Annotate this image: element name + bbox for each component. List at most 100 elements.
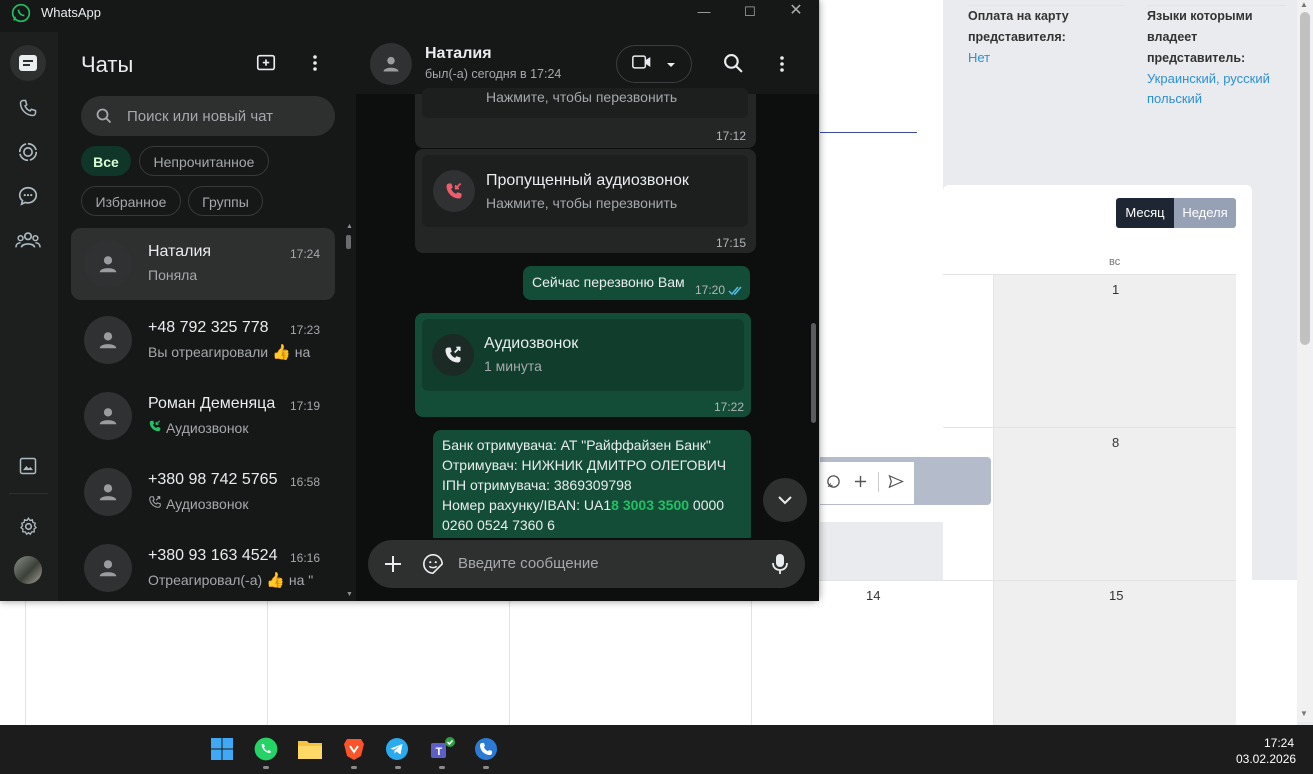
chat-bubble-icon[interactable] xyxy=(826,474,841,494)
last-message-text: Поняла xyxy=(148,267,198,283)
last-message-text: Отреагировал(-а) xyxy=(148,572,263,588)
chats-icon[interactable] xyxy=(10,45,46,81)
video-call-button[interactable] xyxy=(616,45,692,83)
month-view-button[interactable]: Месяц xyxy=(1116,198,1174,228)
send-icon[interactable] xyxy=(888,474,905,494)
scroll-up-arrow-icon[interactable]: ▲ xyxy=(1300,0,1308,9)
message-bubble-outgoing[interactable]: Аудиозвонок 1 минута 17:22 xyxy=(415,313,751,417)
thumbs-up-icon: 👍 xyxy=(272,344,291,361)
message-bubble-outgoing[interactable]: Сейчас перезвоню Вам 17:20 xyxy=(523,266,750,300)
payment-label: Оплата на карту представителя: xyxy=(968,9,1069,44)
chat-name: Наталия xyxy=(148,243,212,260)
search-icon[interactable] xyxy=(723,53,744,79)
week-view-button[interactable]: Неделя xyxy=(1174,198,1236,228)
conversation-header xyxy=(356,32,819,94)
call-title: Пропущенный аудиозвонок xyxy=(486,172,689,189)
contact-avatar[interactable] xyxy=(370,43,412,85)
filter-favorites[interactable]: Избранное xyxy=(81,186,181,216)
communities-icon[interactable] xyxy=(10,222,46,258)
attach-plus-icon[interactable] xyxy=(384,555,402,578)
chat-item[interactable]: +380 93 163 4524 16:16 Отреагировал(-а) … xyxy=(71,532,335,604)
channels-icon[interactable] xyxy=(10,178,46,214)
message-line: Отримувач: НИЖНИК ДМИТРО ОЛЕГОВИЧ xyxy=(442,457,727,473)
avatar xyxy=(84,544,132,592)
chat-name: +48 792 325 778 xyxy=(148,319,269,336)
sticker-icon[interactable] xyxy=(422,553,444,580)
calendar-cell-weekend[interactable] xyxy=(994,275,1236,427)
message-bubble-incoming[interactable]: Нажмите, чтобы перезвонить 17:12 xyxy=(415,88,756,148)
chatlist-scroll-down-icon[interactable]: ▼ xyxy=(346,591,353,598)
avatar xyxy=(84,316,132,364)
chevron-down-icon xyxy=(666,55,676,73)
file-explorer-icon[interactable] xyxy=(296,735,324,763)
filter-groups[interactable]: Группы xyxy=(188,186,263,216)
media-gallery-icon[interactable] xyxy=(10,448,46,484)
phone-number-link[interactable]: 8 3003 3500 xyxy=(611,497,689,513)
plus-icon[interactable] xyxy=(853,474,868,494)
message-bubble-incoming[interactable]: Пропущенный аудиозвонок Нажмите, чтобы п… xyxy=(415,149,756,253)
last-message-suffix: на xyxy=(294,344,311,360)
page-scrollbar-thumb[interactable] xyxy=(1300,12,1310,345)
chat-last-message: Отреагировал(-а) 👍 на " xyxy=(148,571,313,589)
message-bubble-outgoing[interactable]: Банк отримувача: АТ "Райффайзен Банк" От… xyxy=(433,430,751,538)
search-placeholder: Поиск или новый чат xyxy=(127,108,274,125)
maximize-icon[interactable]: ☐ xyxy=(727,2,773,34)
brave-browser-icon[interactable] xyxy=(340,735,368,763)
windows-start-icon[interactable] xyxy=(208,735,236,763)
conversation-scrollbar-thumb[interactable] xyxy=(811,323,816,423)
chat-item[interactable]: +48 792 325 778 17:23 Вы отреагировали 👍… xyxy=(71,304,335,376)
microphone-icon[interactable] xyxy=(771,553,789,580)
contact-name[interactable]: Наталия xyxy=(425,45,492,63)
calls-icon[interactable] xyxy=(10,90,46,126)
day-header-sunday: вс xyxy=(1109,256,1121,268)
last-message-text: Аудиозвонок xyxy=(166,419,249,436)
chat-item-natalia[interactable]: Наталия 17:24 Поняла xyxy=(71,228,335,300)
divider xyxy=(878,472,879,492)
filter-all[interactable]: Все xyxy=(81,146,131,176)
call-subtitle: Нажмите, чтобы перезвонить xyxy=(486,195,678,211)
teams-icon[interactable]: T xyxy=(428,735,456,763)
scroll-to-bottom-button[interactable] xyxy=(763,478,807,522)
chatlist-scroll-up-icon[interactable]: ▲ xyxy=(346,223,353,230)
taskbar-clock[interactable]: 17:24 03.02.2026 xyxy=(1236,735,1296,767)
chat-time: 17:23 xyxy=(290,323,321,337)
menu-dots-icon[interactable] xyxy=(305,53,325,78)
calendar-cell-weekend[interactable] xyxy=(994,428,1236,580)
taskbar-running-indicator xyxy=(483,766,489,769)
settings-gear-icon[interactable] xyxy=(10,508,46,544)
thumbs-up-icon: 👍 xyxy=(266,572,285,589)
grid-line xyxy=(751,580,752,725)
background-panel xyxy=(820,0,943,522)
taskbar-running-indicator xyxy=(439,766,445,769)
profile-avatar[interactable] xyxy=(14,556,42,584)
new-chat-icon[interactable] xyxy=(255,52,277,79)
chat-time: 16:58 xyxy=(290,475,321,489)
date-number: 14 xyxy=(866,588,881,603)
call-duration: 1 минута xyxy=(484,358,542,374)
avatar xyxy=(84,468,132,516)
menu-dots-icon[interactable] xyxy=(772,54,792,79)
iban-suffix: 0000 xyxy=(689,497,725,513)
status-icon[interactable] xyxy=(10,134,46,170)
chat-item[interactable]: +380 98 742 5765 16:58 Аудиозвонок xyxy=(71,456,335,528)
scroll-down-arrow-icon[interactable]: ▼ xyxy=(1300,709,1308,718)
minimize-icon[interactable]: — xyxy=(681,2,727,34)
divider xyxy=(1147,5,1287,6)
last-message-suffix: на " xyxy=(288,572,314,588)
missed-call-icon xyxy=(433,170,475,212)
grid-line xyxy=(509,580,510,725)
filter-unread[interactable]: Непрочитанное xyxy=(139,146,269,176)
chatlist-scrollbar-thumb[interactable] xyxy=(346,235,351,249)
telegram-icon[interactable] xyxy=(383,735,411,763)
clock-time: 17:24 xyxy=(1263,736,1294,750)
date-number: 1 xyxy=(1112,282,1120,297)
last-message-text: Вы отреагировали xyxy=(148,344,269,360)
chat-name: +380 93 163 4524 xyxy=(148,547,278,564)
whatsapp-logo-icon xyxy=(11,3,31,28)
phone-app-icon[interactable] xyxy=(472,735,500,763)
whatsapp-taskbar-icon[interactable] xyxy=(252,735,280,763)
close-icon[interactable]: ✕ xyxy=(773,1,819,33)
avatar xyxy=(84,240,132,288)
chat-item[interactable]: Роман Деменяца 17:19 Аудиозвонок xyxy=(71,380,335,452)
outgoing-call-icon xyxy=(432,334,474,376)
